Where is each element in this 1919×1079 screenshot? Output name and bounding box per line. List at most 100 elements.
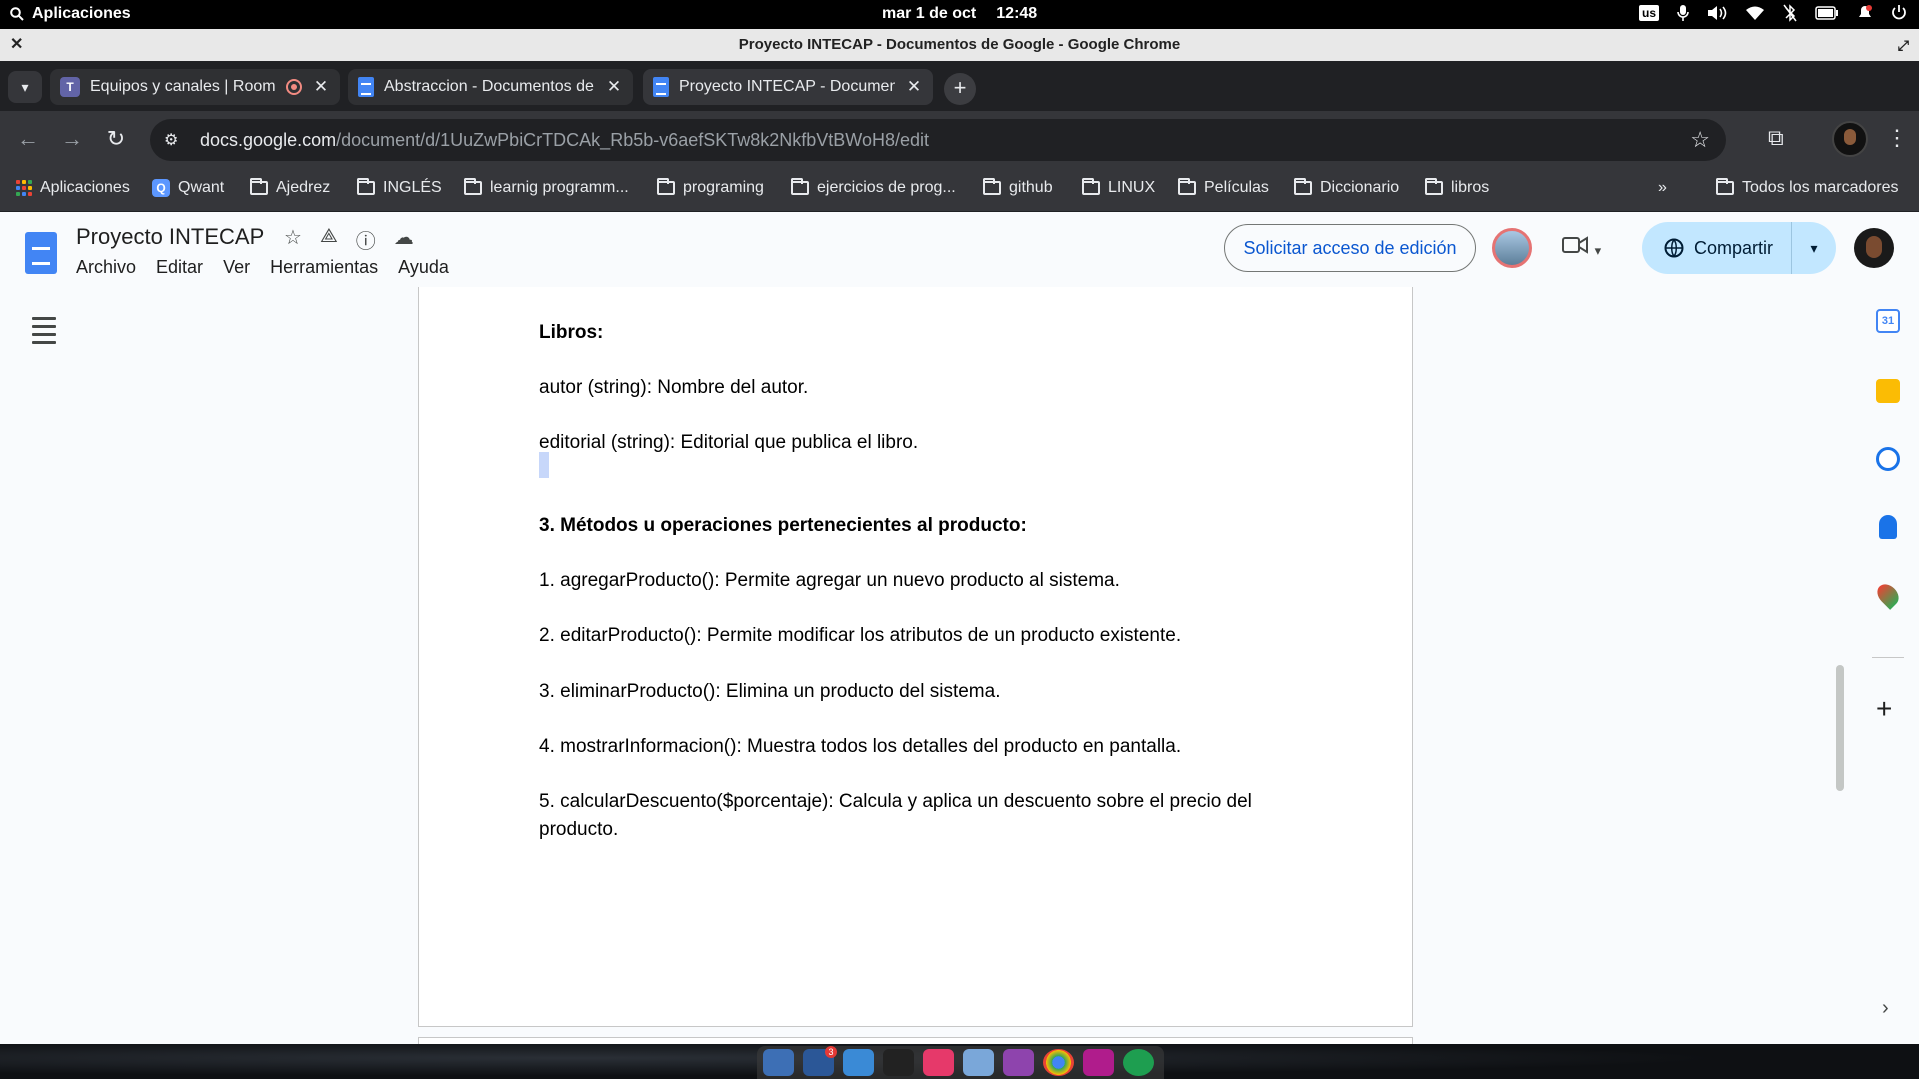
all-bookmarks-label: Todos los marcadores bbox=[1742, 179, 1899, 196]
new-tab-button[interactable]: + bbox=[944, 73, 976, 105]
extensions-icon[interactable]: ⧉ bbox=[1768, 125, 1784, 151]
contacts-icon[interactable] bbox=[1879, 515, 1897, 539]
bookmark-diccionario[interactable]: Diccionario bbox=[1294, 178, 1399, 197]
bookmark-linux[interactable]: LINUX bbox=[1082, 178, 1156, 197]
folder-icon bbox=[657, 178, 675, 195]
add-addon-icon[interactable]: + bbox=[1876, 693, 1892, 725]
bluetooth-off-icon bbox=[1783, 4, 1797, 22]
menu-archivo[interactable]: Archivo bbox=[76, 257, 136, 278]
chevron-right-icon[interactable]: › bbox=[1882, 997, 1889, 1020]
info-icon[interactable]: ⓘ bbox=[356, 225, 376, 254]
next-page[interactable] bbox=[418, 1037, 1413, 1044]
tab-label: Abstraccion - Documentos de bbox=[384, 78, 594, 95]
calendar-icon[interactable]: 31 bbox=[1876, 309, 1900, 333]
share-button[interactable]: Compartir ▾ bbox=[1642, 222, 1836, 274]
qwant-icon: Q bbox=[152, 179, 170, 197]
tab-label: Proyecto INTECAP - Documen bbox=[679, 78, 895, 95]
bookmark-ingles[interactable]: INGLÉS bbox=[357, 178, 442, 197]
mail-icon[interactable]: 3 bbox=[803, 1046, 837, 1076]
phpstorm-icon[interactable] bbox=[1083, 1049, 1114, 1076]
chevron-double-right-icon: » bbox=[1658, 179, 1667, 196]
document-outline-icon[interactable] bbox=[32, 317, 56, 349]
close-tab-icon[interactable]: ✕ bbox=[605, 77, 623, 97]
keep-icon[interactable] bbox=[1876, 379, 1900, 403]
reload-button[interactable]: ↻ bbox=[102, 126, 130, 152]
maps-icon[interactable] bbox=[1873, 580, 1903, 610]
clock[interactable]: mar 1 de oct 12:48 bbox=[882, 5, 1037, 23]
tab-teams[interactable]: T Equipos y canales | Room ✕ bbox=[50, 69, 340, 105]
gnome-icon[interactable] bbox=[1003, 1049, 1034, 1076]
bookmark-label: ejercicios de prog... bbox=[817, 179, 956, 196]
close-tab-icon[interactable]: ✕ bbox=[312, 77, 330, 97]
resize-icon[interactable]: ⤢ bbox=[1898, 29, 1909, 61]
bookmark-qwant[interactable]: Q Qwant bbox=[152, 179, 224, 197]
tab-proyecto-intecap[interactable]: Proyecto INTECAP - Documen ✕ bbox=[643, 69, 933, 105]
bookmark-libros[interactable]: libros bbox=[1425, 178, 1489, 197]
activities-button[interactable]: Aplicaciones bbox=[10, 5, 131, 23]
tasks-icon[interactable] bbox=[1876, 447, 1900, 471]
side-panel-divider bbox=[1872, 657, 1904, 658]
cloud-saved-icon[interactable]: ☁ bbox=[394, 225, 414, 254]
document-title[interactable]: Proyecto INTECAP bbox=[76, 224, 264, 250]
collaborator-avatar[interactable] bbox=[1492, 228, 1532, 268]
folder-icon bbox=[1178, 178, 1196, 195]
kebab-menu-icon[interactable]: ⋮ bbox=[1886, 125, 1908, 151]
close-tab-icon[interactable]: ✕ bbox=[905, 77, 923, 97]
back-button[interactable]: ← bbox=[14, 126, 42, 152]
terminal-icon[interactable] bbox=[883, 1049, 914, 1076]
files-icon[interactable] bbox=[763, 1049, 794, 1076]
method-mostrar: 4. mostrarInformacion(): Muestra todos l… bbox=[539, 736, 1182, 757]
chrome-icon[interactable] bbox=[1043, 1049, 1074, 1076]
paragraph-editorial: editorial (string): Editorial que public… bbox=[539, 432, 919, 453]
whatsapp-icon[interactable] bbox=[1123, 1049, 1154, 1076]
star-icon[interactable]: ☆ bbox=[284, 225, 302, 254]
storage-icon[interactable] bbox=[963, 1049, 994, 1076]
menu-herramientas[interactable]: Herramientas bbox=[270, 257, 378, 278]
tab-abstraccion[interactable]: Abstraccion - Documentos de ✕ bbox=[348, 69, 633, 105]
search-app-icon[interactable] bbox=[843, 1049, 874, 1076]
paragraph-autor: autor (string): Nombre del autor. bbox=[539, 377, 809, 398]
bookmark-peliculas[interactable]: Películas bbox=[1178, 178, 1269, 197]
folder-icon bbox=[1082, 178, 1100, 195]
folder-icon bbox=[1716, 178, 1734, 195]
bookmarks-overflow-button[interactable]: » bbox=[1658, 179, 1667, 197]
bookmark-github[interactable]: github bbox=[983, 178, 1053, 197]
menu-ayuda[interactable]: Ayuda bbox=[398, 257, 449, 278]
forward-button[interactable]: → bbox=[58, 126, 86, 152]
share-options-icon[interactable]: ▾ bbox=[1792, 240, 1836, 257]
bookmark-label: LINUX bbox=[1108, 179, 1156, 196]
meet-button[interactable]: ▾ bbox=[1562, 234, 1601, 262]
bookmark-ejercicios[interactable]: ejercicios de prog... bbox=[791, 178, 956, 197]
close-window-icon[interactable]: ✕ bbox=[10, 29, 23, 61]
move-to-drive-icon[interactable]: ⟁ bbox=[320, 225, 338, 254]
vertical-scrollbar[interactable] bbox=[1836, 665, 1844, 791]
docs-icon bbox=[653, 77, 669, 97]
profile-avatar[interactable] bbox=[1832, 121, 1868, 157]
document-page[interactable]: Libros: autor (string): Nombre del autor… bbox=[418, 287, 1413, 1027]
account-avatar[interactable] bbox=[1854, 228, 1894, 268]
bookmark-aplicaciones[interactable]: Aplicaciones bbox=[16, 179, 130, 197]
bookmark-label: INGLÉS bbox=[383, 179, 442, 196]
system-tray[interactable]: us bbox=[1638, 4, 1907, 22]
bookmark-programing[interactable]: programing bbox=[657, 178, 764, 197]
all-bookmarks-button[interactable]: Todos los marcadores bbox=[1716, 178, 1899, 197]
recording-icon bbox=[286, 79, 302, 95]
tab-search-button[interactable]: ▾ bbox=[8, 71, 42, 103]
bookmark-star-icon[interactable]: ☆ bbox=[1690, 127, 1710, 153]
method-calcular: 5. calcularDescuento($porcentaje): Calcu… bbox=[539, 791, 1252, 840]
keyboard-layout-indicator[interactable]: us bbox=[1638, 5, 1659, 21]
bookmark-learnig[interactable]: learnig programm... bbox=[464, 178, 629, 197]
title-actions: ☆ ⟁ ⓘ ☁ bbox=[284, 225, 414, 254]
window-title: Proyecto INTECAP - Documentos de Google … bbox=[738, 36, 1181, 53]
arrow-right-icon: → bbox=[61, 126, 83, 151]
site-settings-icon[interactable]: ⚙ bbox=[164, 130, 186, 150]
request-edit-access-button[interactable]: Solicitar acceso de edición bbox=[1224, 224, 1476, 272]
docs-logo-icon[interactable] bbox=[25, 232, 57, 274]
address-bar[interactable]: ⚙ docs.google.com/document/d/1UuZwPbiCrT… bbox=[150, 119, 1726, 161]
todo-icon[interactable] bbox=[923, 1049, 954, 1076]
reload-icon: ↻ bbox=[106, 126, 126, 151]
menu-editar[interactable]: Editar bbox=[156, 257, 203, 278]
bookmark-ajedrez[interactable]: Ajedrez bbox=[250, 178, 330, 197]
menu-ver[interactable]: Ver bbox=[223, 257, 250, 278]
method-editar: 2. editarProducto(): Permite modificar l… bbox=[539, 625, 1182, 646]
